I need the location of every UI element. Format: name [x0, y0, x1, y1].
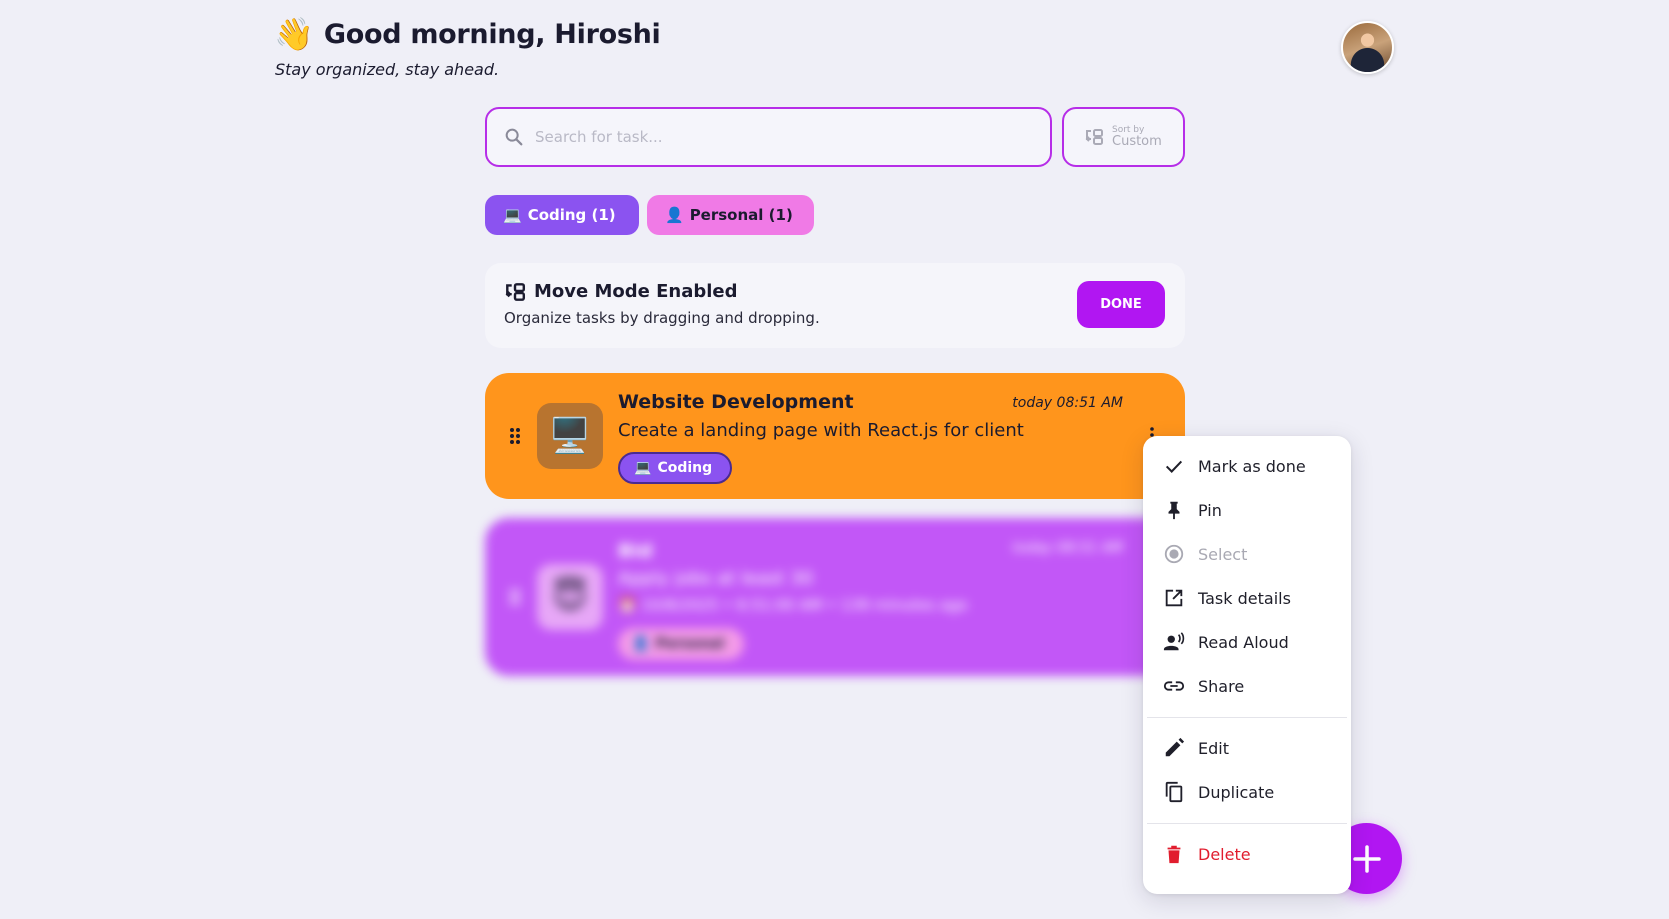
search-input[interactable] [535, 128, 1015, 146]
menu-item-label: Duplicate [1198, 782, 1275, 802]
category-chip-personal[interactable]: 👤 Personal (1) [647, 195, 814, 235]
sort-labels: Sort by Custom [1112, 125, 1162, 149]
task-card[interactable]: 😇 Bid today 08:51 AM Apply jobs at least… [485, 518, 1185, 676]
menu-item-label: Pin [1198, 500, 1222, 520]
wave-emoji-icon: 👋 [274, 15, 314, 53]
menu-item-label: Mark as done [1198, 456, 1306, 476]
sort-button[interactable]: Sort by Custom [1062, 107, 1185, 167]
pin-icon [1168, 501, 1180, 520]
task-category-label: Personal [655, 636, 725, 652]
drag-handle-icon[interactable] [509, 588, 521, 606]
task-context-menu: Mark as done Pin Select Task details Rea… [1143, 436, 1351, 894]
radio-icon [1164, 544, 1184, 564]
laptop-icon: 💻 [503, 206, 522, 224]
move-mode-description: Organize tasks by dragging and dropping. [504, 309, 820, 327]
check-icon [1165, 460, 1183, 473]
task-category-tag: 👤 Personal [618, 628, 744, 660]
trash-icon [1167, 845, 1181, 864]
move-mode-title: Move Mode Enabled [534, 281, 738, 302]
drag-handle-icon[interactable] [509, 427, 521, 445]
pencil-icon [1165, 737, 1185, 757]
task-time: ⏰ 10/8/2025 • 6:51:00 AM • 139 minutes a… [618, 596, 968, 614]
task-description: Apply jobs at least 30 [618, 568, 814, 589]
category-chip-label: Coding (1) [527, 206, 616, 224]
menu-item-label: Delete [1198, 844, 1251, 864]
menu-item-share[interactable]: Share [1143, 664, 1351, 708]
person-icon: 👤 [665, 206, 684, 224]
menu-item-mark-done[interactable]: Mark as done [1143, 444, 1351, 488]
menu-item-duplicate[interactable]: Duplicate [1143, 770, 1351, 814]
laptop-icon: 💻 [634, 460, 652, 476]
move-mode-icon [505, 282, 526, 301]
search-bar[interactable] [485, 107, 1052, 167]
menu-item-label: Share [1198, 676, 1245, 696]
person-icon: 👤 [632, 636, 650, 652]
task-name: Website Development [618, 391, 854, 413]
menu-item-pin[interactable]: Pin [1143, 488, 1351, 532]
task-category-tag: 💻 Coding [618, 452, 732, 484]
sort-value: Custom [1112, 134, 1162, 149]
menu-item-label: Edit [1198, 738, 1229, 758]
menu-item-delete[interactable]: Delete [1143, 832, 1351, 876]
task-name: Bid [618, 540, 653, 562]
task-date: today 08:51 AM [1012, 540, 1123, 556]
record-voice-icon [1163, 632, 1185, 651]
task-emoji-icon: 🖥️ [537, 403, 603, 469]
menu-item-read-aloud[interactable]: Read Aloud [1143, 620, 1351, 664]
move-mode-title-row: Move Mode Enabled [504, 281, 738, 302]
open-in-new-icon [1165, 589, 1183, 607]
menu-divider [1147, 823, 1347, 824]
link-icon [1163, 681, 1185, 691]
menu-item-label: Task details [1198, 588, 1291, 608]
menu-divider [1147, 717, 1347, 718]
task-date: today 08:51 AM [1012, 395, 1123, 411]
menu-item-edit[interactable]: Edit [1143, 726, 1351, 770]
category-chip-label: Personal (1) [689, 206, 793, 224]
menu-item-label: Read Aloud [1198, 632, 1289, 652]
task-emoji-icon: 😇 [537, 564, 603, 630]
task-category-label: Coding [657, 460, 713, 476]
done-button[interactable]: DONE [1077, 281, 1165, 328]
greeting-header: 👋 Good morning, Hiroshi [274, 14, 661, 54]
user-avatar[interactable] [1341, 21, 1394, 74]
category-chip-coding[interactable]: 💻 Coding (1) [485, 195, 639, 235]
copy-icon [1165, 781, 1183, 803]
menu-item-select[interactable]: Select [1143, 532, 1351, 576]
plus-icon [1352, 844, 1381, 873]
move-sort-icon [1085, 129, 1103, 145]
greeting-subtitle: Stay organized, stay ahead. [275, 60, 500, 79]
task-card[interactable]: 🖥️ Website Development today 08:51 AM Cr… [485, 373, 1185, 499]
task-description: Create a landing page with React.js for … [618, 420, 1024, 441]
menu-item-label: Select [1198, 544, 1248, 564]
menu-item-task-details[interactable]: Task details [1143, 576, 1351, 620]
greeting-title: Good morning, Hiroshi [323, 18, 661, 50]
move-mode-panel: Move Mode Enabled Organize tasks by drag… [485, 263, 1185, 348]
search-icon [505, 128, 523, 146]
